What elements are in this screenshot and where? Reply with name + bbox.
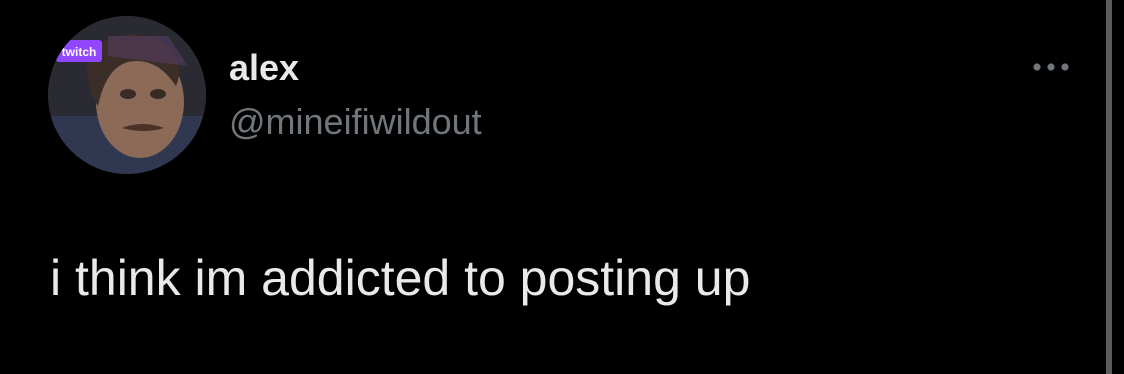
more-options-button[interactable] (1026, 52, 1076, 82)
avatar-image: twitch (48, 16, 206, 174)
tweet-card: twitch alex @mineifiwildout i think im a… (0, 0, 1124, 374)
tweet-text: i think im addicted to posting up (50, 250, 751, 306)
avatar-badge-text: twitch (62, 45, 97, 59)
user-avatar[interactable]: twitch (48, 16, 206, 174)
twitch-logo-icon: twitch (56, 40, 102, 62)
display-name[interactable]: alex (229, 46, 299, 90)
user-handle[interactable]: @mineifiwildout (229, 100, 482, 144)
more-horizontal-icon (1033, 63, 1069, 71)
scrollbar[interactable] (1106, 0, 1112, 374)
